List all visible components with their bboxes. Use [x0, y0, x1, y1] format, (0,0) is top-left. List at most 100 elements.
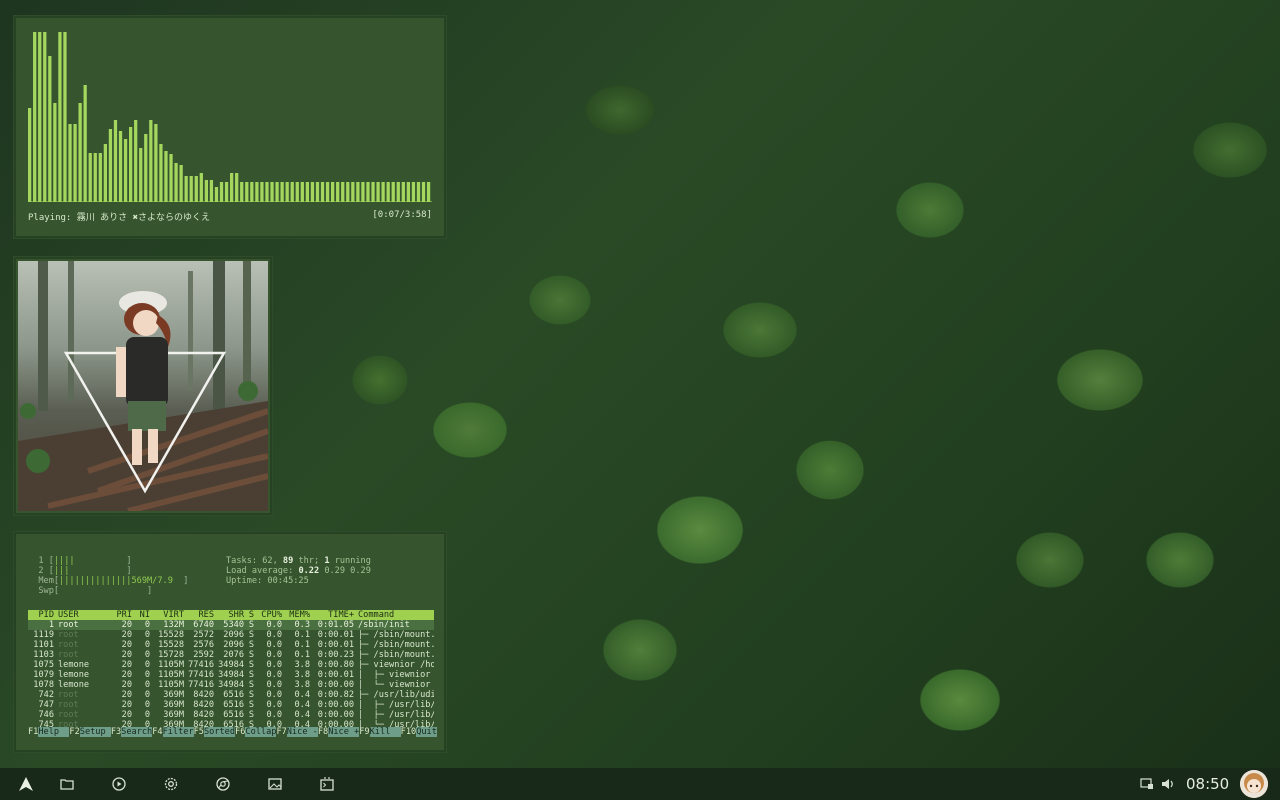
cell-pid: 747: [38, 700, 54, 710]
fkey-label[interactable]: Nice -: [286, 727, 318, 737]
settings-icon[interactable]: [162, 775, 180, 793]
cell-pri: 20: [121, 650, 132, 660]
cpu1-end: ]: [74, 556, 132, 566]
browser-icon[interactable]: [214, 775, 232, 793]
cell-mem: 3.8: [294, 670, 310, 680]
cell-shr: 2096: [223, 630, 244, 640]
cell-shr: 2076: [223, 650, 244, 660]
cell-s: S: [248, 680, 254, 690]
display-icon[interactable]: [1138, 775, 1156, 793]
fkey-f7[interactable]: F7: [276, 727, 286, 737]
mem-bar: ||||||||||||||569M/7.9: [59, 576, 173, 586]
fkey-f8[interactable]: F8: [318, 727, 328, 737]
cell-mem: 0.4: [294, 710, 310, 720]
process-row[interactable]: 742 root 20 0 369M 8420 6516 S 0.0 0.4 0:00.82 ├─ /…: [28, 690, 434, 700]
arch-logo-icon[interactable]: [17, 775, 35, 793]
music-visualizer-window[interactable]: Playing: 霧川 ありさ ✖さよならのゆくえ [0:07/3:58]: [14, 16, 446, 238]
volume-icon[interactable]: [1159, 775, 1177, 793]
col-mem[interactable]: MEM%: [282, 610, 310, 620]
fkey-f2[interactable]: F2: [69, 727, 79, 737]
spectrum-bar: [118, 131, 123, 202]
col-ni[interactable]: NI: [132, 610, 150, 620]
process-row[interactable]: 747 root 20 0 369M 8420 6516 S 0.0 0.4 0:00.00 │ ├─…: [28, 700, 434, 710]
fkey-f3[interactable]: F3: [111, 727, 121, 737]
spectrum-bar: [391, 182, 395, 202]
fkey-f4[interactable]: F4: [152, 727, 162, 737]
fkey-f6[interactable]: F6: [235, 727, 245, 737]
spectrum-bar: [164, 151, 168, 202]
cell-mem: 3.8: [294, 680, 310, 690]
process-row[interactable]: 1078 lemone 20 0 1105M 77416 34984 S 0.0 3.8 0:00.…: [28, 680, 434, 690]
fkey-f9[interactable]: F9: [359, 727, 369, 737]
spectrum-bar: [260, 182, 264, 202]
fkey-label[interactable]: Nice +: [328, 727, 360, 737]
spectrum-svg: [28, 32, 431, 202]
fkey-f5[interactable]: F5: [194, 727, 204, 737]
process-row[interactable]: 746 root 20 0 369M 8420 6516 S 0.0 0.4 0:00.00 │ ├─…: [28, 710, 434, 720]
files-icon[interactable]: [58, 775, 76, 793]
user-avatar[interactable]: [1240, 770, 1268, 798]
music-player-icon[interactable]: [110, 775, 128, 793]
image-viewer-window[interactable]: [14, 257, 272, 515]
fkey-f1[interactable]: F1: [28, 727, 38, 737]
cell-virt: 1105M: [158, 680, 184, 690]
spectrum-bar: [310, 182, 315, 202]
spectrum-bar: [174, 163, 178, 202]
cell-user: root: [58, 710, 79, 720]
playback-time: [0:07/3:58]: [372, 210, 432, 220]
spectrum-bar: [396, 182, 400, 202]
col-res[interactable]: RES: [184, 610, 214, 620]
tasks-line: Tasks: 62, 89 thr; 1 running: [226, 556, 436, 566]
cell-user: root: [58, 700, 79, 710]
cell-pri: 20: [121, 710, 132, 720]
spectrum-bar: [134, 120, 138, 202]
clock[interactable]: 08:50: [1186, 775, 1229, 793]
process-table-header[interactable]: PID USER PRI NI VIRT RES SHR S CPU% MEM%…: [28, 610, 434, 620]
cell-pid: 1119: [33, 630, 54, 640]
col-user[interactable]: USER: [54, 610, 106, 620]
spectrum-bar: [154, 124, 158, 202]
process-row[interactable]: 1103 root 20 0 15728 2592 2076 S 0.0 0.1 0:00.23 ├─…: [28, 650, 434, 660]
fkey-f10[interactable]: F10: [401, 727, 417, 737]
spectrum-bar: [406, 182, 410, 202]
process-row[interactable]: 1 root 20 0 132M 6740 5340 S 0.0 0.3 0:01.05/sbin/…: [28, 620, 434, 630]
cell-shr: 5340: [223, 620, 244, 630]
col-shr[interactable]: SHR: [214, 610, 244, 620]
cell-res: 77416: [188, 670, 214, 680]
image-viewer-icon[interactable]: [266, 775, 284, 793]
col-command[interactable]: Command: [354, 610, 434, 620]
process-row[interactable]: 1075 lemone 20 0 1105M 77416 34984 S 0.0 3.8 0:00.…: [28, 660, 434, 670]
cell-pid: 1103: [33, 650, 54, 660]
spectrum-bar: [73, 124, 77, 202]
col-state[interactable]: S: [244, 610, 254, 620]
col-virt[interactable]: VIRT: [150, 610, 184, 620]
process-row[interactable]: 1119 root 20 0 15528 2572 2096 S 0.0 0.1 0:00.01 ├─…: [28, 630, 434, 640]
col-time[interactable]: TIME+: [310, 610, 354, 620]
terminal-icon[interactable]: [318, 775, 336, 793]
process-row[interactable]: 1101 root 20 0 15528 2576 2096 S 0.0 0.1 0:00.01 ├─…: [28, 640, 434, 650]
function-key-bar[interactable]: F1 Help F2 Setup F3 Search F4 Filter F5 Sorted F…: [28, 727, 437, 737]
fkey-label[interactable]: Kill: [369, 727, 401, 737]
cell-mem: 0.4: [294, 690, 310, 700]
cell-user: root: [58, 640, 79, 650]
col-cpu[interactable]: CPU%: [254, 610, 282, 620]
cell-mem: 0.1: [294, 640, 310, 650]
process-table-body[interactable]: 1 root 20 0 132M 6740 5340 S 0.0 0.3 0:01.05/sbin/…: [28, 620, 434, 730]
fkey-label[interactable]: Sorted: [203, 727, 236, 737]
htop-view[interactable]: 1 [|||| ] 2 [||| ] Mem[||||||||||||||569…: [28, 556, 434, 730]
uptime: Uptime: 00:45:25: [226, 576, 309, 586]
fkey-label[interactable]: Collap: [245, 727, 277, 737]
fkey-label[interactable]: Help: [38, 727, 70, 737]
fkey-label[interactable]: Filter: [162, 727, 194, 737]
spectrum-bar: [320, 182, 325, 202]
fkey-label[interactable]: Search: [121, 727, 153, 737]
spectrum-bar: [68, 124, 72, 202]
fkey-label[interactable]: Quit: [416, 727, 437, 737]
process-row[interactable]: 1079 lemone 20 0 1105M 77416 34984 S 0.0 3.8 0:00.…: [28, 670, 434, 680]
col-pri[interactable]: PRI: [106, 610, 132, 620]
fkey-label[interactable]: Setup: [79, 727, 111, 737]
terminal-htop-window[interactable]: 1 [|||| ] 2 [||| ] Mem[||||||||||||||569…: [14, 532, 446, 752]
cell-pid: 1: [48, 620, 54, 630]
col-pid[interactable]: PID: [28, 610, 54, 620]
cell-cmd: │ ├─ viewnior /ho: [358, 670, 431, 680]
